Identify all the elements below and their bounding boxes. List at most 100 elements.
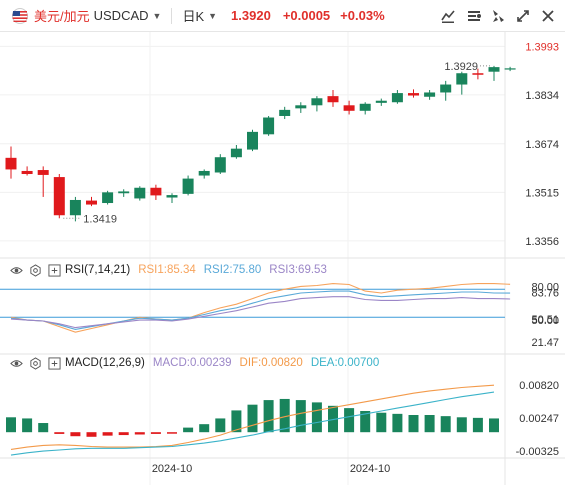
- macd-bar: [54, 432, 65, 434]
- candle-body: [279, 109, 291, 116]
- candle-body: [488, 67, 500, 72]
- macd-bar: [263, 400, 274, 433]
- candle-body: [37, 170, 49, 175]
- rsi-name: RSI(7,14,21): [65, 264, 131, 276]
- candle-body: [69, 199, 81, 216]
- macd-bar: [376, 412, 387, 433]
- macd-bar: [118, 432, 129, 436]
- macd-bar: [150, 432, 161, 434]
- rsi2-value: RSI2:75.80: [203, 264, 262, 276]
- candle-body: [375, 100, 387, 103]
- candle-body: [150, 187, 162, 196]
- macd-bar: [472, 417, 483, 433]
- more-icon[interactable]: [48, 263, 61, 277]
- more-icon[interactable]: [48, 356, 61, 370]
- price-tick-label: 1.3674: [525, 139, 559, 151]
- macd-bar: [295, 400, 306, 433]
- fullscreen-icon[interactable]: [515, 8, 531, 24]
- candle-body: [440, 84, 452, 93]
- chevron-down-icon[interactable]: ▼: [208, 11, 217, 21]
- rsi-tick-label: 83.76: [531, 288, 559, 300]
- macd-bar: [344, 408, 355, 433]
- price-tick-label: 1.3515: [525, 187, 559, 199]
- macd-bar: [6, 417, 16, 433]
- price-chart[interactable]: 1.39291.3419 1.39931.38341.36741.35151.3…: [0, 32, 565, 485]
- macd-bar: [38, 423, 49, 433]
- high-label: 1.3929: [444, 61, 478, 73]
- rsi-tick-label: 50.51: [531, 314, 559, 326]
- macd-bar: [70, 432, 81, 437]
- macd-bar: [22, 418, 33, 433]
- chevron-down-icon[interactable]: ▼: [153, 11, 162, 21]
- macd-bar: [167, 432, 177, 434]
- candle-body: [343, 105, 355, 111]
- macd-bar: [424, 415, 435, 433]
- time-tick-label: 2024-10: [152, 463, 192, 475]
- rsi-tick-label: 21.47: [531, 337, 559, 349]
- macd-panel: 0.00820 0.00247 -0.00325: [6, 380, 559, 458]
- close-icon[interactable]: [540, 8, 556, 24]
- macd-bar: [102, 432, 113, 436]
- price-tick-label: 1.3356: [525, 236, 559, 248]
- dea-value: DEA:0.00700: [310, 357, 380, 369]
- candle-body: [230, 148, 242, 158]
- candle-body: [327, 96, 339, 103]
- macd-value: MACD:0.00239: [152, 357, 232, 369]
- candle-body: [391, 93, 403, 103]
- candle-body: [134, 187, 146, 199]
- macd-bar: [247, 404, 258, 433]
- macd-bar: [199, 424, 210, 433]
- pair-name[interactable]: 美元/加元: [34, 6, 90, 25]
- objects-icon[interactable]: [490, 8, 506, 24]
- chart-toolbar: 美元/加元 USDCAD ▼ 日K ▼ 1.3920 +0.0005 +0.03…: [0, 0, 565, 32]
- macd-bar: [183, 427, 194, 433]
- macd-bar: [408, 415, 419, 433]
- candle-body: [311, 98, 323, 106]
- indicator-icon[interactable]: [466, 8, 482, 24]
- macd-bar: [86, 432, 97, 437]
- macd-bar: [392, 413, 403, 433]
- pair-code[interactable]: USDCAD: [94, 8, 149, 23]
- candle-body: [408, 93, 419, 96]
- candle-body: [214, 157, 226, 173]
- macd-tick-label: 0.00820: [519, 380, 559, 392]
- rsi-line-rsi2: [10, 290, 511, 330]
- candle-body: [86, 200, 97, 205]
- macd-bar: [440, 416, 451, 433]
- candle-body: [504, 68, 516, 70]
- candle-body: [359, 103, 371, 111]
- settings-icon[interactable]: [29, 356, 42, 370]
- price-change: +0.0005: [282, 8, 331, 23]
- macd-bar: [489, 418, 499, 433]
- candle-body: [263, 117, 275, 135]
- macd-tick-label: 0.00247: [519, 413, 559, 425]
- candle-body: [247, 131, 258, 150]
- rsi-panel: 80.0083.7650.0050.5121.47: [0, 282, 565, 355]
- price-change-percent: +0.03%: [340, 8, 385, 23]
- candle-body: [182, 178, 194, 194]
- candle-body: [118, 191, 130, 194]
- price-tick-label: 1.3834: [525, 90, 559, 102]
- macd-name: MACD(12,26,9): [65, 357, 145, 369]
- divider: [171, 7, 173, 24]
- eye-icon[interactable]: [10, 264, 23, 277]
- eye-icon[interactable]: [10, 357, 23, 370]
- us-flag-icon: [12, 7, 28, 24]
- time-tick-label: 2024-10: [350, 463, 390, 475]
- candle-body: [21, 170, 33, 175]
- price-axis: 1.3993 1.3834 1.3674 1.3515 1.3356: [525, 41, 559, 248]
- macd-bar: [215, 418, 226, 433]
- low-label: 1.3419: [83, 213, 117, 225]
- candle-body: [472, 73, 484, 75]
- candle-body: [424, 92, 436, 97]
- timeframe-selector[interactable]: 日K: [182, 6, 204, 25]
- drawing-tools-icon[interactable]: [440, 8, 456, 24]
- dif-value: DIF:0.00820: [239, 357, 303, 369]
- rsi3-value: RSI3:69.53: [269, 264, 327, 276]
- candlestick-series: 1.3929 1.3419: [5, 61, 516, 225]
- candle-body: [456, 73, 468, 85]
- rsi-header: RSI(7,14,21) RSI1:85.34 RSI2:75.80 RSI3:…: [0, 262, 327, 278]
- candle-body: [5, 157, 17, 170]
- settings-icon[interactable]: [29, 263, 42, 277]
- candle-body: [198, 170, 210, 176]
